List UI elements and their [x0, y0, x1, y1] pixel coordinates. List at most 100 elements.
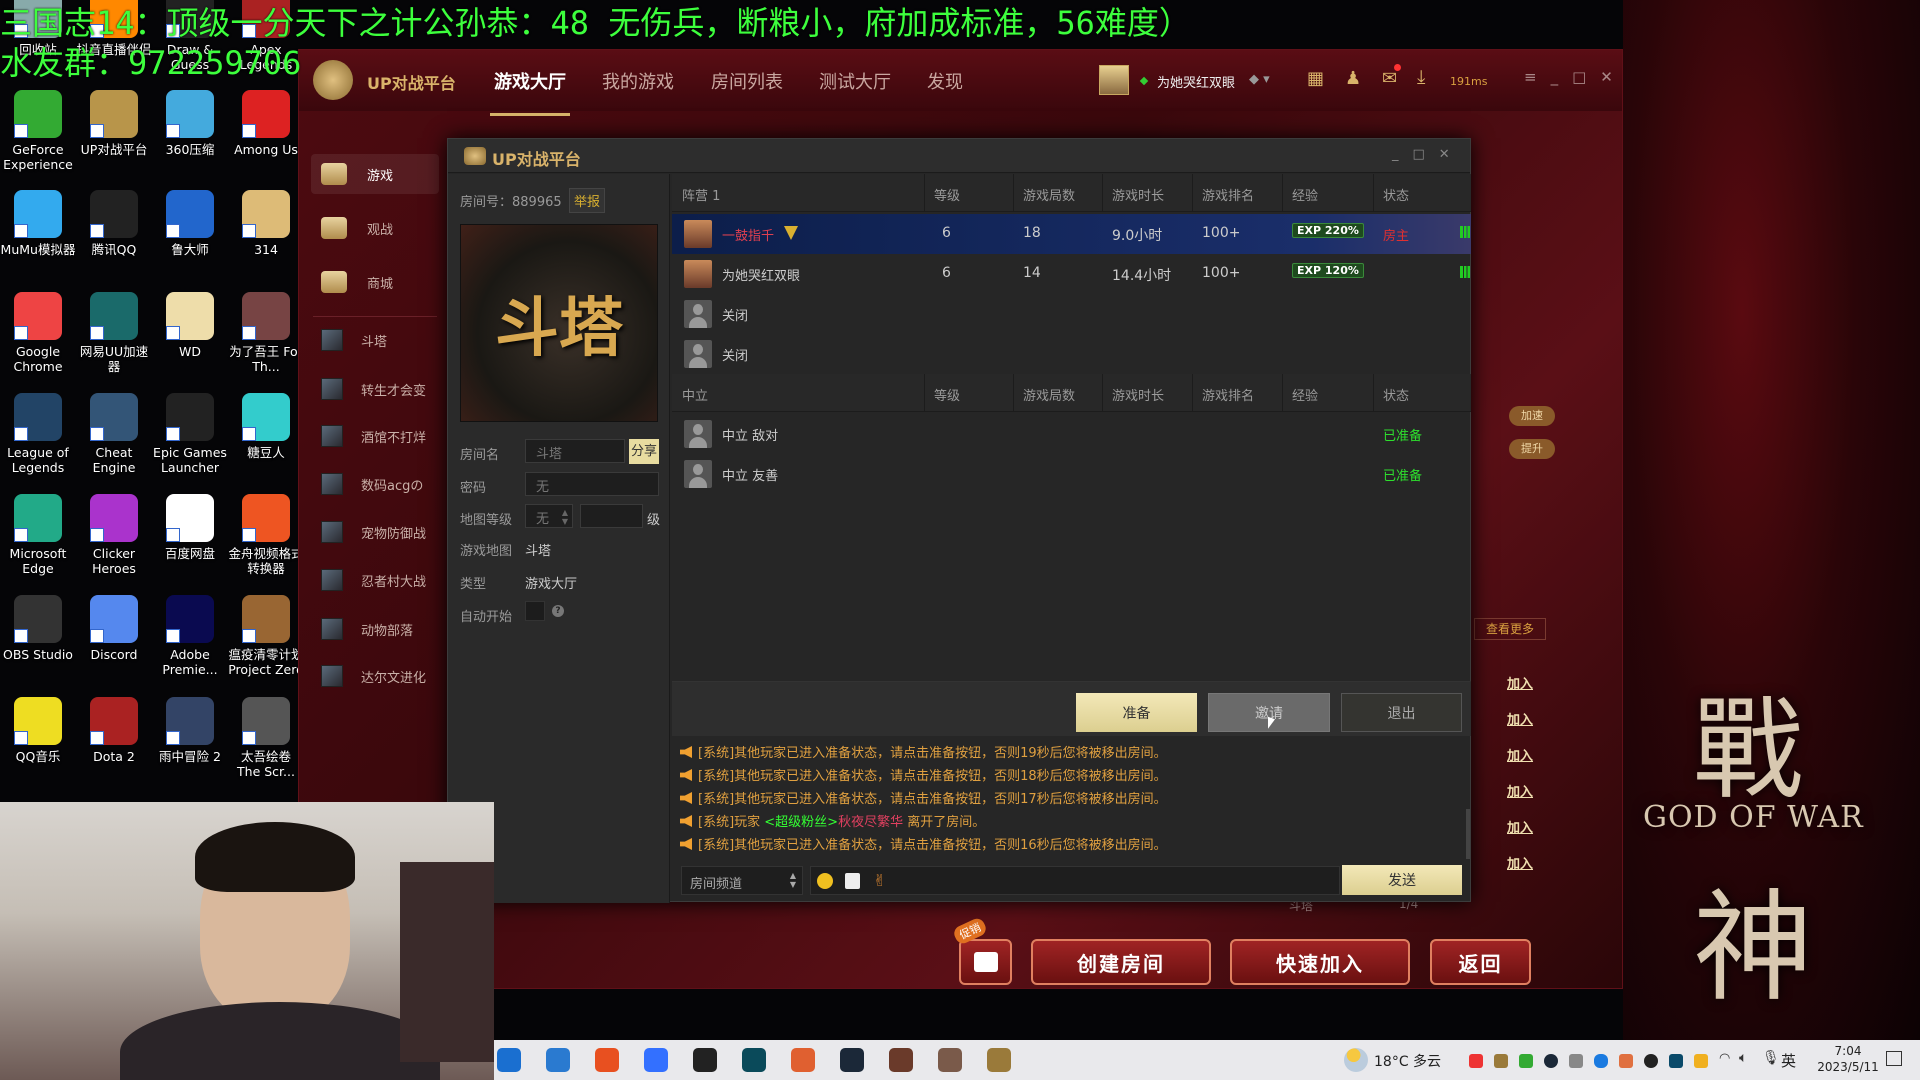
sidebar-game-item[interactable]: 忍者村大战 — [311, 560, 439, 600]
sidebar-item-spectate[interactable]: 观战 — [311, 208, 439, 248]
window-controls[interactable]: ≡_□✕ — [1524, 68, 1627, 86]
feishu-icon[interactable] — [644, 1048, 668, 1072]
desktop-icon[interactable]: 腾讯QQ — [76, 190, 152, 257]
desktop-icon[interactable]: GeForce Experience — [0, 90, 76, 172]
player-row[interactable] — [672, 414, 1471, 454]
send-button[interactable]: 发送 — [1342, 865, 1462, 895]
weather-icon[interactable] — [1344, 1048, 1368, 1072]
boost-button[interactable]: 加速 — [1509, 406, 1555, 426]
report-button[interactable]: 举报 — [569, 188, 606, 213]
desktop-icon[interactable]: 糖豆人 — [228, 393, 304, 460]
desktop-icon[interactable]: WD — [152, 292, 228, 359]
desktop-icon[interactable]: 金舟视频格式转换器 — [228, 494, 304, 576]
sidebar-game-item[interactable]: 转生才会变 — [311, 369, 439, 409]
wifi-icon[interactable]: ◠ — [1719, 1051, 1730, 1066]
tray-app-icon[interactable] — [1469, 1054, 1483, 1068]
desktop-icon[interactable]: Dota 2 — [76, 697, 152, 764]
tray-obs-icon[interactable] — [1644, 1054, 1658, 1068]
sidebar-game-item[interactable]: 酒馆不打烊 — [311, 416, 439, 456]
desktop-icon[interactable]: 瘟疫清零计划 Project Zero — [228, 595, 304, 677]
tray-browser-icon[interactable] — [1619, 1054, 1633, 1068]
room-name-input[interactable]: 斗塔 — [525, 439, 625, 463]
desktop-icon[interactable]: Google Chrome — [0, 292, 76, 374]
desktop-icon[interactable]: 太吾绘卷 The Scr... — [228, 697, 304, 779]
exit-button[interactable]: 退出 — [1341, 693, 1462, 732]
mail-icon[interactable] — [546, 1048, 570, 1072]
desktop-icon[interactable]: 314 — [228, 190, 304, 257]
uu-icon[interactable] — [742, 1048, 766, 1072]
tab-test-lobby[interactable]: 测试大厅 — [819, 68, 891, 94]
microphone-icon[interactable]: 🎙︎ — [1762, 1050, 1780, 1066]
windows-start-icon[interactable] — [497, 1048, 521, 1072]
desktop-icon[interactable]: Adobe Premie... — [152, 595, 228, 677]
notification-center-icon[interactable] — [1886, 1051, 1902, 1066]
desktop-icon[interactable]: MuMu模拟器 — [0, 190, 76, 257]
desktop-icon[interactable]: Among Us — [228, 90, 304, 157]
join-room-link[interactable]: 加入 — [1507, 853, 1533, 872]
chat-scrollbar[interactable] — [1466, 809, 1470, 859]
desktop-icon[interactable]: 百度网盘 — [152, 494, 228, 561]
back-button[interactable]: 返回 — [1430, 939, 1531, 985]
map-level-input[interactable] — [580, 504, 643, 528]
upgrade-button[interactable]: 提升 — [1509, 439, 1555, 459]
user-avatar[interactable] — [1099, 65, 1129, 95]
weather-text[interactable]: 18°C 多云 — [1374, 1051, 1441, 1071]
sidebar-item-store[interactable]: 商城 — [311, 262, 439, 302]
up-platform-icon[interactable] — [987, 1048, 1011, 1072]
ready-button[interactable]: 准备 — [1076, 693, 1197, 732]
join-room-link[interactable]: 加入 — [1507, 709, 1533, 728]
share-button[interactable]: 分享 — [629, 439, 659, 464]
desktop-icon[interactable]: QQ音乐 — [0, 697, 76, 764]
join-room-link[interactable]: 加入 — [1507, 673, 1533, 692]
tray-uu-icon[interactable] — [1669, 1054, 1683, 1068]
tray-bluetooth-icon[interactable] — [1594, 1054, 1608, 1068]
gesture-icon[interactable]: ✌ — [873, 871, 886, 890]
join-room-link[interactable]: 加入 — [1507, 817, 1533, 836]
channel-select[interactable]: 房间频道 ▲ ▼ — [681, 866, 803, 895]
tray-qq-icon[interactable] — [1694, 1054, 1708, 1068]
create-room-button[interactable]: 创建房间 — [1031, 939, 1211, 985]
username[interactable]: 为她哭红双眼 — [1157, 72, 1235, 91]
desktop-icon[interactable]: 鲁大师 — [152, 190, 228, 257]
three-kingdoms-icon[interactable] — [889, 1048, 913, 1072]
tab-room-list[interactable]: 房间列表 — [711, 68, 783, 94]
download-icon[interactable]: ⤓ — [1417, 66, 1425, 88]
steam-icon[interactable] — [840, 1048, 864, 1072]
sidebar-game-item[interactable]: 动物部落 — [311, 609, 439, 649]
ime-indicator[interactable]: 英 — [1781, 1050, 1796, 1071]
player-row[interactable] — [672, 294, 1471, 334]
tray-usb-icon[interactable] — [1569, 1054, 1583, 1068]
desktop-icon[interactable]: UP对战平台 — [76, 90, 152, 157]
netease-icon[interactable] — [693, 1048, 717, 1072]
auto-start-checkbox[interactable] — [525, 601, 545, 621]
dialog-window-controls[interactable]: _□✕ — [1392, 147, 1464, 162]
player-row[interactable] — [672, 454, 1471, 494]
player-row[interactable] — [672, 334, 1471, 374]
tab-my-games[interactable]: 我的游戏 — [602, 68, 674, 94]
desktop-icon[interactable]: Clicker Heroes — [76, 494, 152, 576]
vip-dropdown-icon[interactable]: ◆ ▾ — [1249, 72, 1270, 87]
desktop-icon[interactable]: OBS Studio — [0, 595, 76, 662]
tray-up-icon[interactable] — [1494, 1054, 1508, 1068]
sidebar-game-item[interactable]: 宠物防御战 — [311, 512, 439, 552]
tab-game-lobby[interactable]: 游戏大厅 — [490, 68, 570, 116]
chat-username[interactable]: 秋夜尽繁华 — [838, 815, 903, 830]
dice-icon[interactable] — [845, 873, 860, 889]
tray-nvidia-icon[interactable] — [1519, 1054, 1533, 1068]
tab-discover[interactable]: 发现 — [927, 68, 963, 94]
friends-icon[interactable]: ♟ — [1345, 68, 1361, 89]
store-button[interactable] — [959, 939, 1012, 985]
desktop-icon[interactable]: 雨中冒险 2 — [152, 697, 228, 764]
join-room-link[interactable]: 加入 — [1507, 745, 1533, 764]
map-level-stepper[interactable]: 无 ▲ ▼ — [525, 504, 573, 528]
desktop-icon[interactable]: League of Legends — [0, 393, 76, 475]
join-room-link[interactable]: 加入 — [1507, 781, 1533, 800]
mail-icon[interactable]: ✉ — [1382, 68, 1397, 89]
desktop-icon[interactable]: Discord — [76, 595, 152, 662]
desktop-icon[interactable]: Epic Games Launcher — [152, 393, 228, 475]
desktop-icon[interactable]: 网易UU加速器 — [76, 292, 152, 374]
gift-icon[interactable]: ▦ — [1307, 68, 1324, 89]
desktop-icon[interactable]: Microsoft Edge — [0, 494, 76, 576]
sidebar-game-item[interactable]: 达尔文进化 — [311, 656, 439, 696]
desktop-icon[interactable]: 为了吾王 For Th... — [228, 292, 304, 374]
